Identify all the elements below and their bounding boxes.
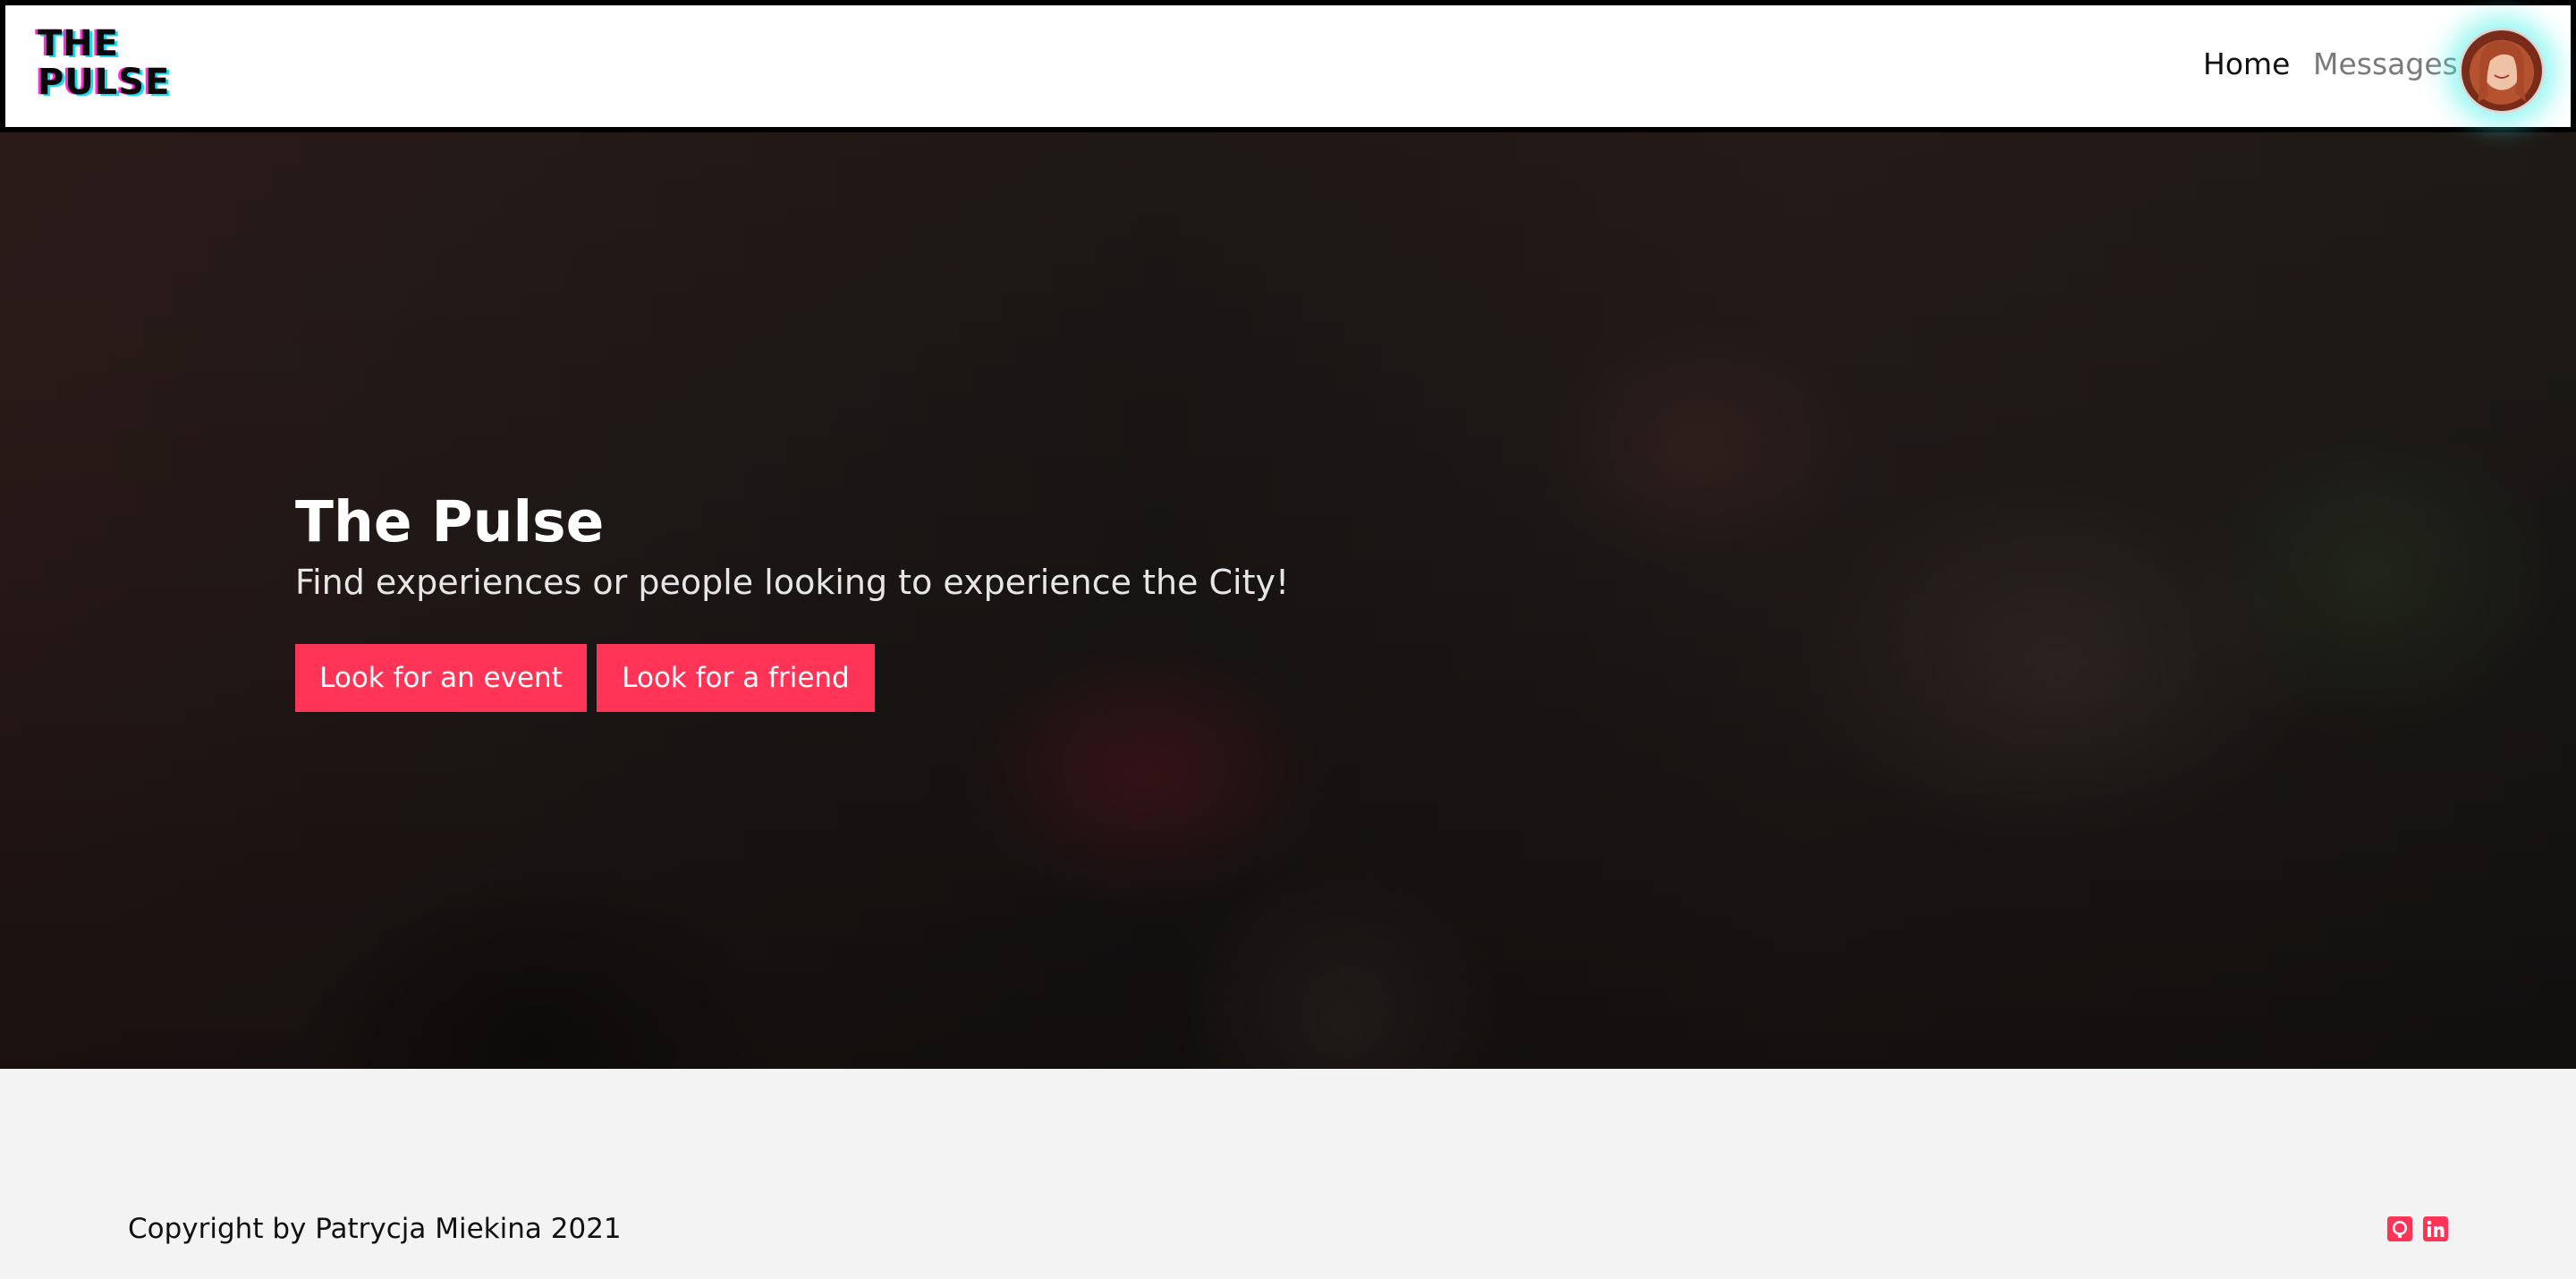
look-for-event-button[interactable]: Look for an event [295, 644, 587, 712]
look-for-friend-button[interactable]: Look for a friend [597, 644, 875, 712]
nav-messages-link[interactable]: Messages [2313, 45, 2458, 84]
hero-title: The Pulse [295, 489, 605, 555]
linkedin-icon [2423, 1216, 2448, 1241]
linkedin-link[interactable] [2423, 1216, 2448, 1241]
site-logo[interactable]: THE PULSE [38, 25, 170, 102]
hero-subtitle: Find experiences or people looking to ex… [295, 563, 1290, 602]
logo-line-1: THE [38, 23, 120, 64]
logo-line-2: PULSE [38, 62, 171, 103]
github-icon [2387, 1216, 2412, 1241]
avatar [2459, 28, 2545, 114]
user-avatar-button[interactable] [2459, 28, 2545, 114]
hero-banner: The Pulse Find experiences or people loo… [0, 132, 2576, 1069]
avatar-portrait-icon [2478, 40, 2526, 102]
github-link[interactable] [2387, 1216, 2412, 1241]
navbar: THE PULSE Home Messages [0, 0, 2576, 132]
nav-home-link[interactable]: Home [2203, 45, 2290, 84]
copyright-text: Copyright by Patrycja Miekina 2021 [128, 1213, 622, 1245]
